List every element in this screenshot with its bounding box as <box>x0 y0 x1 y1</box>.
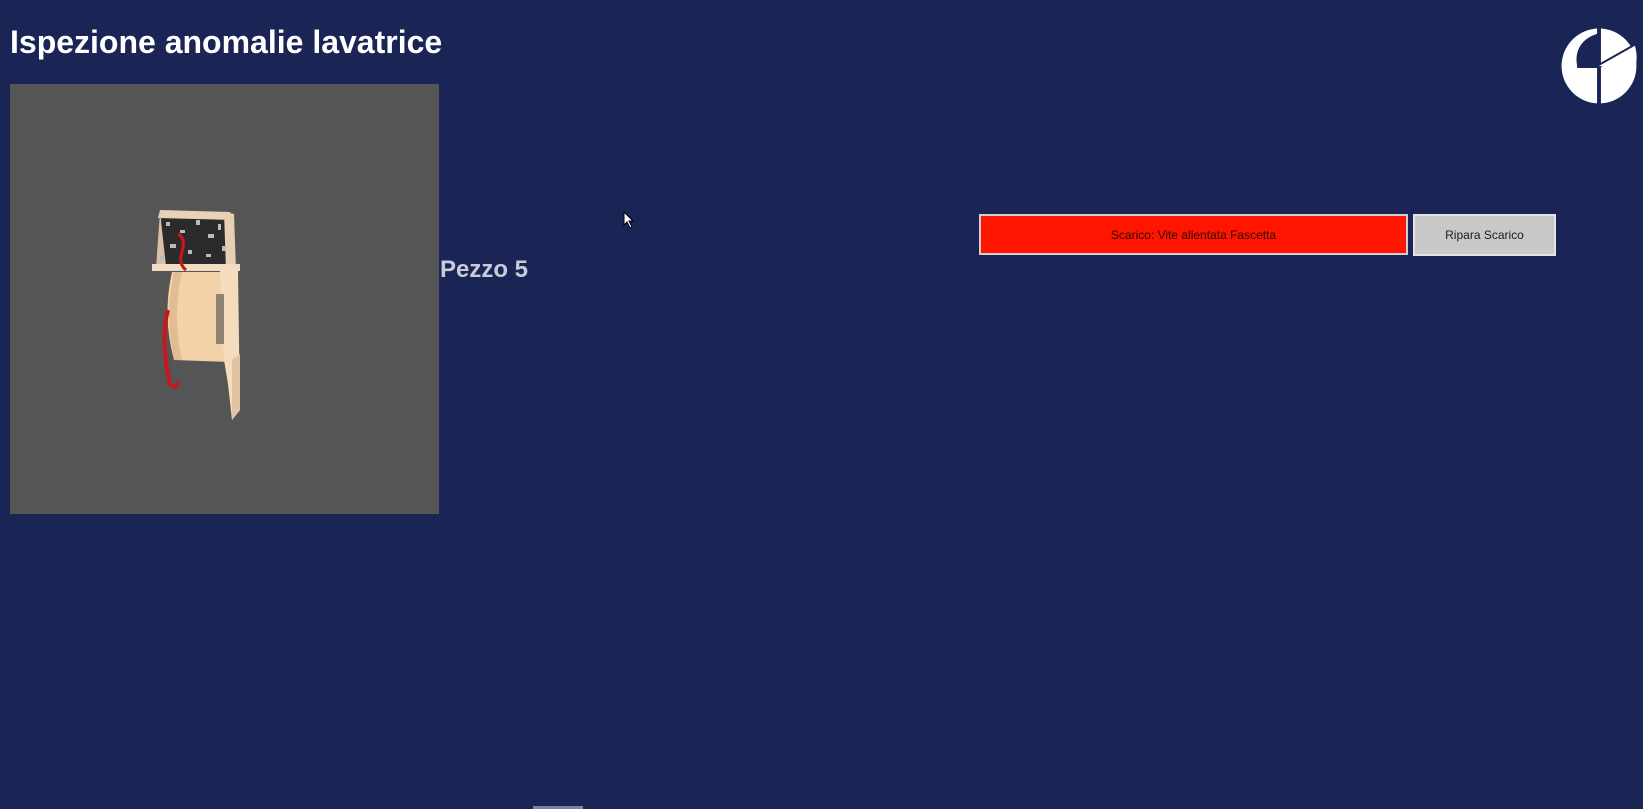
piece-label: Pezzo 5 <box>440 256 529 283</box>
anomaly-status-bar: Scarico: Vite allentata Fascetta <box>979 214 1408 255</box>
repair-drain-button[interactable]: Ripara Scarico <box>1413 214 1556 256</box>
brand-logo-icon <box>1561 28 1637 104</box>
3d-model-viewer[interactable] <box>10 84 439 514</box>
page-title: Ispezione anomalie lavatrice <box>10 24 443 60</box>
app-window: Ispezione anomalie lavatrice Pezzo 5 Sca… <box>0 0 1643 809</box>
mouse-cursor-icon <box>623 211 635 229</box>
washing-machine-part-model <box>152 210 240 420</box>
